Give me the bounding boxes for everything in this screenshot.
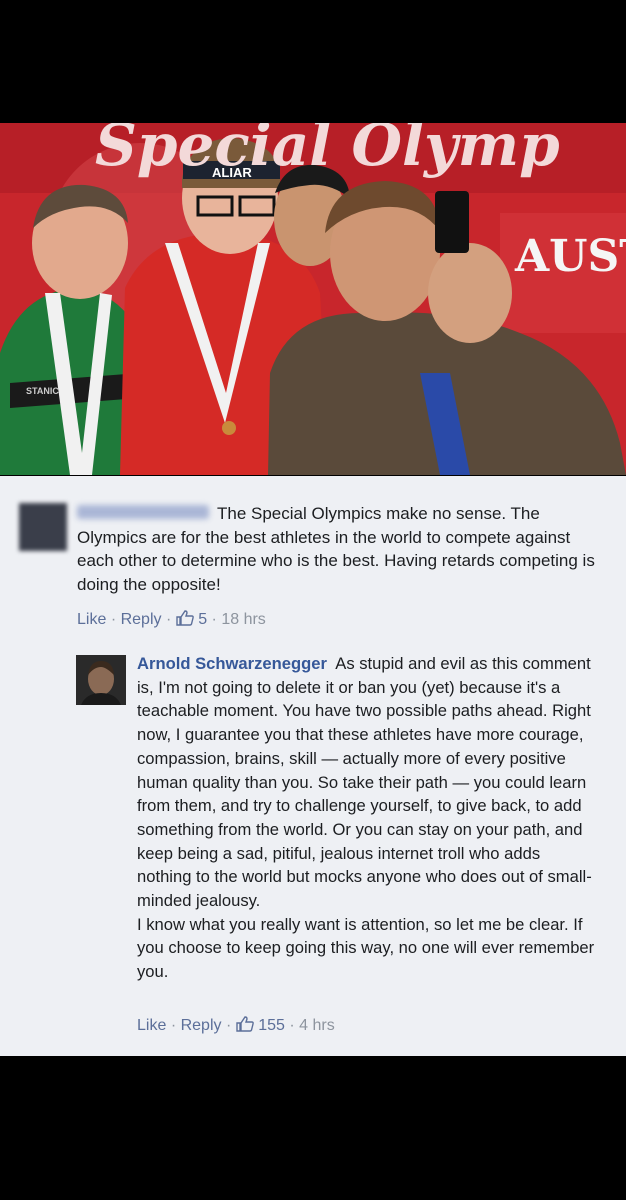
comment-actions: Like · Reply · 5 · 18 hrs <box>77 610 266 629</box>
separator: · <box>211 611 217 628</box>
like-link[interactable]: Like <box>137 1017 166 1034</box>
separator: · <box>110 611 117 628</box>
comment-text: The Special Olympics make no sense. The … <box>77 504 595 594</box>
reply-author-avatar[interactable] <box>76 655 126 705</box>
reply-actions: Like · Reply · 155 · 4 hrs <box>137 1016 335 1035</box>
banner-text-left: Special Olymp <box>95 123 560 179</box>
reply-comment: Arnold Schwarzenegger As stupid and evil… <box>137 652 599 984</box>
commenter-avatar[interactable] <box>19 503 67 551</box>
jacket-text: STANIC <box>26 386 59 396</box>
reply-author-name[interactable]: Arnold Schwarzenegger <box>137 654 327 673</box>
reaction-count[interactable]: 5 <box>198 611 207 628</box>
reply-text-closing: I know what you really want is attention… <box>137 914 595 982</box>
banner-text-right: AUST <box>515 231 626 282</box>
thumbs-up-icon[interactable] <box>176 610 194 626</box>
reply-link[interactable]: Reply <box>181 1017 222 1034</box>
separator: · <box>225 1017 232 1034</box>
post-photo[interactable]: Special Olymp AUST ALIAR STANIC <box>0 123 626 475</box>
thumbs-up-icon[interactable] <box>236 1016 254 1032</box>
separator: · <box>165 611 172 628</box>
headband-text: ALIAR <box>212 165 252 180</box>
separator: · <box>170 1017 177 1034</box>
like-link[interactable]: Like <box>77 611 106 628</box>
comment-time[interactable]: 18 hrs <box>221 611 265 628</box>
reaction-count[interactable]: 155 <box>258 1017 285 1034</box>
reply-text: As stupid and evil as this comment is, I… <box>137 654 592 911</box>
separator: · <box>289 1017 295 1034</box>
comment-time[interactable]: 4 hrs <box>299 1017 335 1034</box>
reply-link[interactable]: Reply <box>121 611 162 628</box>
